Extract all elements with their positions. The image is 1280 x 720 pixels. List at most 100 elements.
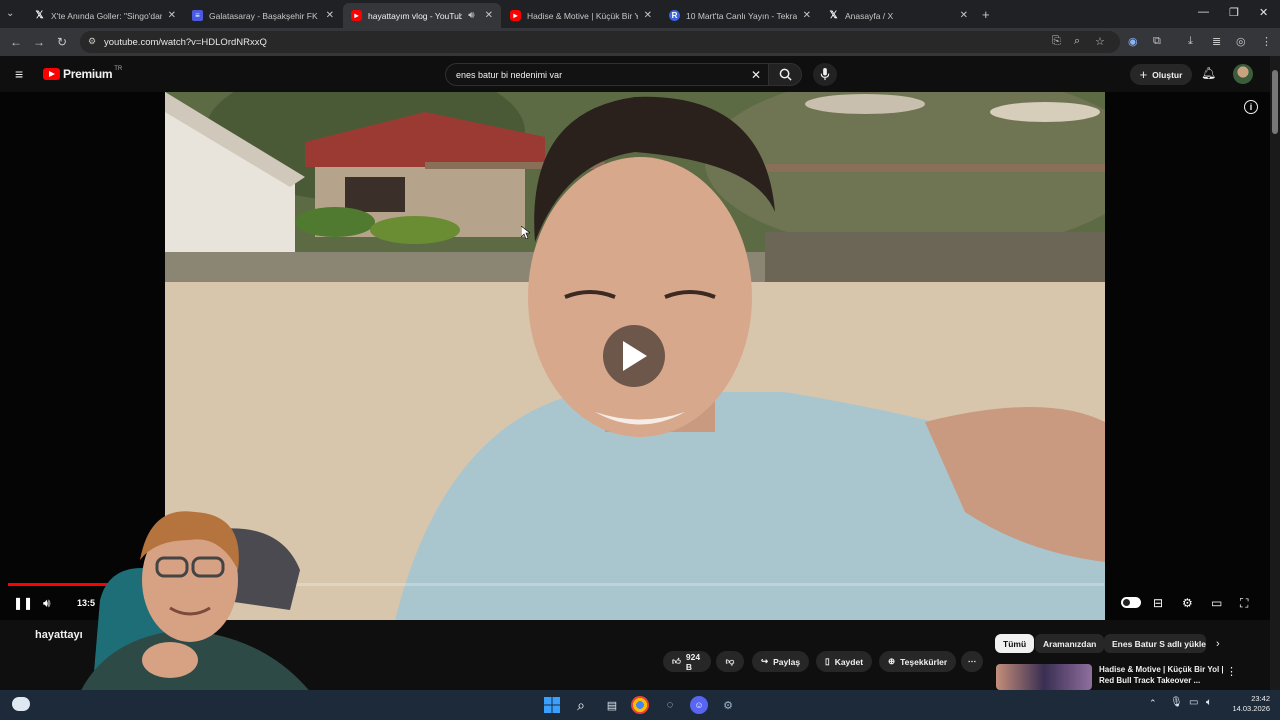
address-bar[interactable]: ⚙ youtube.com/watch?v=HDLOrdNRxxQ [80,31,1120,53]
install-app-icon[interactable]: ⎘ [1052,35,1061,48]
chip-all[interactable]: Tümü [995,634,1035,653]
premium-wordmark: Premium [63,67,113,81]
chip-from-search[interactable]: Aramanızdan [1035,634,1105,653]
download-icon[interactable]: ⤓ [1188,35,1193,48]
tray-mic-icon[interactable]: 🎙︎ [1170,697,1183,708]
clock-date: 14.03.2026 [1232,704,1270,713]
autoplay-toggle[interactable] [1121,597,1141,608]
mouse-cursor-icon [520,225,531,244]
tab-title: 10 Mart'ta Canlı Yayın - Tekrar [686,10,797,21]
more-vertical-icon[interactable]: ⋮ [1226,665,1237,678]
taskbar-clock[interactable]: 23:42 14.03.2026 [1226,694,1270,714]
plus-icon: + [1139,67,1148,82]
chip-channel[interactable]: Enes Batur S adlı yükley [1104,634,1206,653]
tab-title: Anasayfa / X [845,10,894,21]
forward-icon[interactable]: → [33,35,45,49]
restore-icon[interactable]: ❐ [1229,6,1239,19]
voice-search-button[interactable] [813,63,837,86]
tray-chevron-up-icon[interactable]: ⌃ [1149,698,1157,709]
extensions-icon[interactable]: ⧉ [1153,35,1161,48]
tray-network-icon[interactable]: ▭ [1189,697,1198,708]
webcam-person-image [70,511,330,720]
tab-search-icon[interactable]: ⌄ [6,8,14,19]
search-button[interactable] [768,63,802,86]
file-explorer-icon[interactable]: ▤ [603,696,621,714]
subtitles-icon[interactable]: ⊟ [1153,596,1163,610]
search-input[interactable]: enes batur bi nedenimi var ✕ [445,63,769,86]
x-logo-icon: 𝕏 [35,10,44,21]
settings-gear-icon[interactable]: ⚙ [1182,596,1193,610]
recommended-title[interactable]: Hadise & Motive | Küçük Bir Yol | Red Bu… [1099,664,1224,686]
settings-app-icon[interactable]: ⚙ [719,696,737,714]
chevron-right-icon[interactable]: › [1216,638,1220,650]
region-code: TR [114,66,123,72]
notifications-bell-icon[interactable]: 🔔︎ [1201,66,1216,80]
avatar[interactable] [1233,64,1253,84]
obs-icon[interactable]: ◌ [661,696,679,714]
play-icon [623,341,647,371]
extension-audio-icon[interactable]: ◉ [1128,35,1138,48]
tab-title: hayattayım vlog - YouTube [368,10,463,21]
new-tab-icon[interactable]: + [982,7,990,22]
bookmark-icon: ▯ [825,656,830,666]
thumbs-up-icon: 👍︎ [672,656,681,666]
close-icon[interactable]: ✕ [644,10,652,21]
minimize-icon[interactable]: — [1198,6,1209,18]
more-actions-button[interactable]: ⋯ [961,651,983,672]
tab-title: Hadise & Motive | Küçük Bir Yol [527,10,638,21]
share-button[interactable]: ↪ Paylaş [752,651,810,672]
thanks-button[interactable]: ⊕ Teşekkürler [879,651,957,672]
share-label: Paylaş [773,656,801,667]
page-scrollbar[interactable] [1270,56,1280,690]
discord-icon[interactable]: ☺ [690,696,708,714]
site-info-icon[interactable]: ⚙ [88,36,96,47]
tab-3-active[interactable]: ▸ hayattayım vlog - YouTube 🔊︎ ✕ [343,3,501,28]
create-button[interactable]: + Oluştur [1130,64,1192,85]
play-button-overlay[interactable] [603,325,665,387]
zoom-icon[interactable]: ⌕ [1074,35,1080,48]
x-logo-icon: 𝕏 [829,10,838,21]
tab-5[interactable]: R 10 Mart'ta Canlı Yayın - Tekrar ✕ [661,3,819,28]
back-icon[interactable]: ← [10,35,22,49]
speaker-icon[interactable]: 🔊︎ [468,10,474,21]
tab-2[interactable]: ≡ Galatasaray - Başakşehir FK can ✕ [184,3,342,28]
close-icon[interactable]: ✕ [326,10,334,21]
close-icon[interactable]: ✕ [485,10,493,21]
search-icon [779,68,792,81]
scrollbar-thumb[interactable] [1272,70,1278,134]
window-close-icon[interactable]: ✕ [1259,6,1268,19]
save-button[interactable]: ▯ Kaydet [816,651,873,672]
fullscreen-icon[interactable]: ⛶ [1240,596,1248,611]
browser-menu-icon[interactable]: ⋮ [1261,35,1272,48]
tab-6[interactable]: 𝕏 Anasayfa / X ✕ [820,3,976,28]
windows-start-icon[interactable] [543,696,561,714]
close-icon[interactable]: ✕ [168,10,176,21]
dislike-button[interactable]: 👎︎ [716,651,744,672]
youtube-logo-icon [43,68,60,80]
weather-widget-icon[interactable] [12,697,30,711]
chrome-icon[interactable] [631,696,649,714]
media-control-icon[interactable]: ≣ [1212,35,1221,48]
youtube-icon: ▸ [351,10,362,21]
tab-1[interactable]: 𝕏 X'te Anında Goller: "Singo'dan ✕ [26,3,184,28]
youtube-premium-logo[interactable]: Premium TR [43,66,123,81]
taskbar-search-icon[interactable]: ⌕ [572,696,590,714]
reload-icon[interactable]: ↻ [57,35,67,49]
youtube-header: ≡ Premium TR enes batur bi nedenimi var … [0,56,1280,92]
like-button[interactable]: 👍︎ 924 B [663,651,711,672]
recommended-thumbnail[interactable] [996,664,1092,690]
browser-tab-strip: ⌄ 𝕏 X'te Anında Goller: "Singo'dan ✕ ≡ G… [0,0,1280,28]
hamburger-menu-icon[interactable]: ≡ [15,66,23,82]
close-icon[interactable]: ✕ [803,10,811,21]
youtube-icon: ▸ [510,10,521,21]
info-icon[interactable]: i [1244,100,1258,114]
profile-icon[interactable]: ◎ [1236,35,1246,48]
tray-volume-icon[interactable]: 🔈︎ [1206,697,1212,708]
theater-mode-icon[interactable]: ▭ [1211,596,1222,610]
tab-4[interactable]: ▸ Hadise & Motive | Küçük Bir Yol ✕ [502,3,660,28]
bookmark-star-icon[interactable]: ☆ [1095,35,1105,48]
save-label: Kaydet [834,656,864,667]
clear-search-icon[interactable]: ✕ [751,68,761,82]
url-text: youtube.com/watch?v=HDLOrdNRxxQ [104,36,267,48]
close-icon[interactable]: ✕ [960,10,968,21]
